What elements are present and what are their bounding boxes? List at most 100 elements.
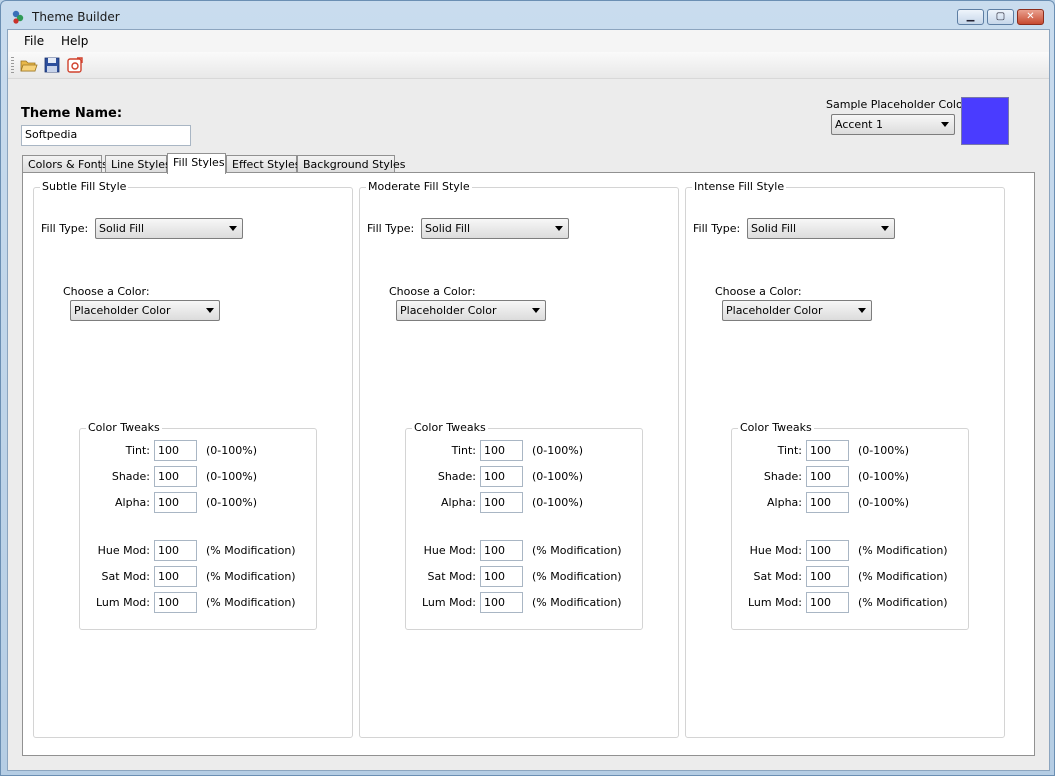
maximize-button[interactable]: ▢ <box>987 9 1014 25</box>
lum-mod-unit: (% Modification) <box>532 596 622 609</box>
alpha-label: Alpha: <box>115 496 150 509</box>
chevron-down-icon <box>941 122 949 127</box>
menu-help-label: Help <box>61 34 89 48</box>
lum-mod-label: Lum Mod: <box>421 596 476 609</box>
fill-type-label: Fill Type: <box>41 222 89 235</box>
fill-type-value: Solid Fill <box>751 222 796 235</box>
theme-name-input[interactable]: Softpedia <box>21 125 191 146</box>
alpha-unit: (0-100%) <box>206 496 257 509</box>
open-folder-icon[interactable] <box>20 56 38 74</box>
hue-mod-value: 100 <box>810 544 831 557</box>
sat-mod-label: Sat Mod: <box>101 570 150 583</box>
sat-mod-input[interactable]: 100 <box>154 566 197 587</box>
hue-mod-input[interactable]: 100 <box>154 540 197 561</box>
minimize-button[interactable]: ▁ <box>957 9 984 25</box>
sat-mod-label: Sat Mod: <box>753 570 802 583</box>
alpha-input[interactable]: 100 <box>806 492 849 513</box>
tab-label: Effect Styles <box>232 158 301 171</box>
shade-unit: (0-100%) <box>206 470 257 483</box>
tweaks-title: Color Tweaks <box>86 421 162 434</box>
tint-label: Tint: <box>451 444 476 457</box>
choose-color-label: Choose a Color: <box>63 285 150 298</box>
tint-input[interactable]: 100 <box>806 440 849 461</box>
group-title: Intense Fill Style <box>692 180 787 193</box>
fill-type-select[interactable]: Solid Fill <box>421 218 569 239</box>
lum-mod-input[interactable]: 100 <box>480 592 523 613</box>
tab-label: Fill Styles <box>173 156 225 169</box>
lum-mod-unit: (% Modification) <box>858 596 948 609</box>
tint-input[interactable]: 100 <box>154 440 197 461</box>
sat-mod-unit: (% Modification) <box>532 570 622 583</box>
alpha-input[interactable]: 100 <box>480 492 523 513</box>
title-bar[interactable]: Theme Builder ▁ ▢ ✕ <box>1 1 1054 31</box>
color-value: Placeholder Color <box>400 304 497 317</box>
color-select[interactable]: Placeholder Color <box>396 300 546 321</box>
save-disk-icon[interactable] <box>43 56 61 74</box>
shade-value: 100 <box>484 470 505 483</box>
close-icon: ✕ <box>1026 11 1035 22</box>
hue-mod-unit: (% Modification) <box>206 544 296 557</box>
hue-mod-unit: (% Modification) <box>858 544 948 557</box>
moderate-fill-group: Moderate Fill Style Fill Type: Solid Fil… <box>359 180 679 738</box>
tint-unit: (0-100%) <box>532 444 583 457</box>
tab-background-styles[interactable]: Background Styles <box>297 155 405 173</box>
tab-line-styles[interactable]: Line Styles <box>105 155 171 173</box>
shade-input[interactable]: 100 <box>154 466 197 487</box>
hue-mod-label: Hue Mod: <box>423 544 476 557</box>
fill-type-label: Fill Type: <box>693 222 741 235</box>
alpha-label: Alpha: <box>767 496 802 509</box>
tweaks-title: Color Tweaks <box>738 421 814 434</box>
color-select[interactable]: Placeholder Color <box>722 300 872 321</box>
fill-type-value: Solid Fill <box>99 222 144 235</box>
tint-unit: (0-100%) <box>858 444 909 457</box>
shade-value: 100 <box>810 470 831 483</box>
tint-input[interactable]: 100 <box>480 440 523 461</box>
sample-placeholder-value: Accent 1 <box>835 118 883 131</box>
client-area: File Help Theme Name: Softpedia Sample P… <box>7 29 1050 771</box>
chevron-down-icon <box>532 308 540 313</box>
hue-mod-input[interactable]: 100 <box>806 540 849 561</box>
export-icon[interactable] <box>66 56 84 74</box>
sat-mod-unit: (% Modification) <box>858 570 948 583</box>
theme-name-value: Softpedia <box>25 128 78 141</box>
sat-mod-input[interactable]: 100 <box>806 566 849 587</box>
color-tweaks-group: Color Tweaks Tint: 100 (0-100%) Shade: 1… <box>731 421 969 630</box>
chevron-down-icon <box>206 308 214 313</box>
lum-mod-unit: (% Modification) <box>206 596 296 609</box>
tweaks-title: Color Tweaks <box>412 421 488 434</box>
shade-label: Shade: <box>763 470 802 483</box>
shade-input[interactable]: 100 <box>806 466 849 487</box>
sat-mod-value: 100 <box>810 570 831 583</box>
hue-mod-input[interactable]: 100 <box>480 540 523 561</box>
chevron-down-icon <box>858 308 866 313</box>
theme-name-label: Theme Name: <box>21 106 123 121</box>
alpha-input[interactable]: 100 <box>154 492 197 513</box>
sample-placeholder-select[interactable]: Accent 1 <box>831 114 955 135</box>
chevron-down-icon <box>881 226 889 231</box>
sat-mod-value: 100 <box>158 570 179 583</box>
tab-label: Colors & Fonts <box>28 158 108 171</box>
lum-mod-input[interactable]: 100 <box>806 592 849 613</box>
tab-label: Background Styles <box>303 158 406 171</box>
color-tweaks-group: Color Tweaks Tint: 100 (0-100%) Shade: 1… <box>405 421 643 630</box>
lum-mod-input[interactable]: 100 <box>154 592 197 613</box>
group-title: Moderate Fill Style <box>366 180 472 193</box>
menu-file[interactable]: File <box>24 34 44 48</box>
sat-mod-input[interactable]: 100 <box>480 566 523 587</box>
close-button[interactable]: ✕ <box>1017 9 1044 25</box>
toolbar <box>8 52 1049 79</box>
tab-effect-styles[interactable]: Effect Styles <box>226 155 301 173</box>
fill-type-select[interactable]: Solid Fill <box>95 218 243 239</box>
alpha-value: 100 <box>810 496 831 509</box>
shade-input[interactable]: 100 <box>480 466 523 487</box>
tint-value: 100 <box>810 444 831 457</box>
tab-fill-styles[interactable]: Fill Styles <box>167 153 226 174</box>
tint-label: Tint: <box>777 444 802 457</box>
lum-mod-value: 100 <box>158 596 179 609</box>
menu-help[interactable]: Help <box>61 34 88 48</box>
shade-unit: (0-100%) <box>858 470 909 483</box>
toolbar-grip[interactable] <box>11 57 14 73</box>
color-select[interactable]: Placeholder Color <box>70 300 220 321</box>
tab-colors-fonts[interactable]: Colors & Fonts <box>22 155 108 173</box>
fill-type-select[interactable]: Solid Fill <box>747 218 895 239</box>
